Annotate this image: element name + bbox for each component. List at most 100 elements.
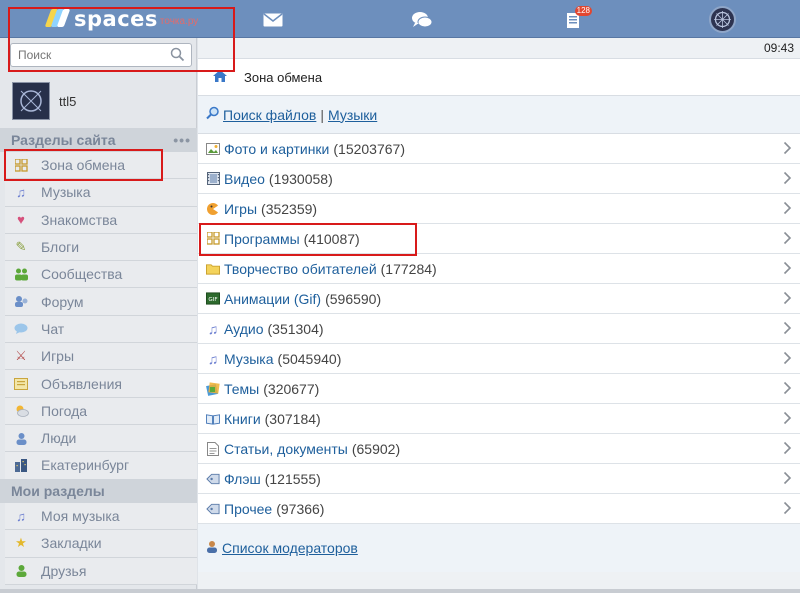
sidebar-item-weather[interactable]: Погода — [5, 397, 197, 425]
sidebar-item-music[interactable]: ♫ Музыка — [5, 179, 197, 207]
sidebar-item-city[interactable]: Екатеринбург — [5, 452, 197, 480]
sidebar-item-label: Люди — [41, 430, 77, 447]
sidebar-item-label: Закладки — [41, 535, 102, 552]
chevron-right-icon — [783, 201, 792, 218]
top-bar: spaces точка.ру 128 — [0, 0, 800, 38]
star-icon: ★ — [15, 535, 27, 551]
sidebar-item-my-music[interactable]: ♫ Моя музыка — [5, 503, 197, 531]
user-card[interactable]: ttl5 — [12, 82, 76, 120]
category-count: (97366) — [276, 500, 325, 517]
more-icon[interactable]: ••• — [173, 128, 191, 152]
sidebar-item-people[interactable]: Люди — [5, 424, 197, 453]
sidebar-item-dating[interactable]: ♥ Знакомства — [5, 206, 197, 234]
chevron-right-icon — [783, 291, 792, 308]
category-name: Игры — [224, 200, 258, 217]
sidebar-item-games[interactable]: ⚔ Игры — [5, 343, 197, 371]
sidebar-item-label: Форум — [41, 293, 84, 310]
category-name: Анимации (Gif) — [224, 290, 322, 307]
sidebar-item-label: Чат — [41, 320, 65, 337]
sidebar-item-chat[interactable]: Чат — [5, 315, 197, 344]
category-name: Книги — [224, 410, 261, 427]
sidebar-item-label: Музыка — [41, 184, 91, 201]
moderators-link[interactable]: Список модераторов — [222, 540, 358, 556]
user-avatar[interactable] — [12, 82, 50, 120]
category-games[interactable]: Игры (352359) — [198, 194, 800, 224]
sidebar-item-ads[interactable]: Объявления — [5, 370, 197, 398]
chevron-right-icon — [783, 411, 792, 428]
category-name: Аудио — [224, 320, 264, 337]
search-box[interactable] — [10, 43, 192, 67]
category-count: (121555) — [264, 470, 321, 487]
search-input[interactable] — [11, 44, 161, 66]
heart-icon: ♥ — [17, 212, 25, 228]
category-list: Фото и картинки (15203767) Видео (1930058)… — [198, 134, 800, 524]
category-count: (1930058) — [268, 170, 333, 187]
site-logo[interactable]: spaces точка.ру — [44, 6, 198, 32]
category-articles[interactable]: Статьи, документы (65902) — [198, 434, 800, 464]
category-name: Темы — [224, 380, 260, 397]
category-books[interactable]: Книги (307184) — [198, 404, 800, 434]
notifications-badge: 128 — [574, 6, 592, 16]
category-audio[interactable]: ♫ Аудио (351304) — [198, 314, 800, 344]
chevron-right-icon — [783, 501, 792, 518]
music-note-icon: ♫ — [16, 184, 26, 200]
category-count: (177284) — [380, 260, 437, 277]
category-other[interactable]: Прочее (97366) — [198, 494, 800, 524]
category-name: Творчество обитателей — [224, 260, 377, 277]
music-note-icon: ♫ — [207, 350, 219, 367]
sidebar-item-label: Игры — [41, 348, 75, 365]
sidebar-item-label: Сообщества — [41, 266, 123, 283]
main-content: 09:43 Зона обмена Поиск файлов | Музыки … — [198, 38, 800, 593]
home-icon[interactable] — [212, 69, 228, 86]
chevron-right-icon — [783, 261, 792, 278]
mail-icon[interactable] — [262, 10, 284, 30]
category-count: (596590) — [325, 290, 382, 307]
music-note-icon: ♫ — [207, 320, 219, 337]
my-sections-list: ♫ Моя музыка ★ Закладки Друзья — [5, 503, 197, 585]
folder-icon — [206, 262, 220, 276]
category-count: (410087) — [303, 230, 360, 247]
magnifier-icon — [206, 106, 220, 123]
category-count: (351304) — [267, 320, 324, 337]
grid-icon — [13, 157, 29, 173]
sidebar-item-bookmarks[interactable]: ★ Закладки — [5, 530, 197, 558]
category-name: Музыка — [224, 350, 274, 367]
category-photo[interactable]: Фото и картинки (15203767) — [198, 134, 800, 164]
sidebar-item-communities[interactable]: Сообщества — [5, 261, 197, 289]
category-flash[interactable]: Флэш (121555) — [198, 464, 800, 494]
time-text: 09:43 — [763, 41, 794, 55]
music-search-link[interactable]: Музыки — [328, 107, 377, 123]
category-creativity[interactable]: Творчество обитателей (177284) — [198, 254, 800, 284]
search-links: Поиск файлов | Музыки — [198, 96, 800, 134]
chevron-right-icon — [783, 231, 792, 248]
chat-icon[interactable] — [411, 10, 433, 30]
category-count: (320677) — [263, 380, 320, 397]
search-icon[interactable] — [170, 47, 185, 65]
sidebar-item-blogs[interactable]: ✎ Блоги — [5, 233, 197, 262]
sidebar-item-label: Друзья — [41, 562, 87, 579]
clock: 09:43 — [198, 38, 800, 58]
chevron-right-icon — [783, 381, 792, 398]
category-themes[interactable]: Темы (320677) — [198, 374, 800, 404]
sidebar-item-exchange-zone[interactable]: Зона обмена — [5, 152, 197, 180]
notifications-icon[interactable]: 128 — [562, 6, 592, 30]
user-name[interactable]: ttl5 — [59, 94, 76, 109]
sidebar-item-forum[interactable]: Форум — [5, 288, 197, 316]
sidebar-item-label: Знакомства — [41, 211, 118, 228]
sidebar-item-label: Моя музыка — [41, 508, 120, 525]
logo-mark-icon — [44, 9, 71, 29]
category-music[interactable]: ♫ Музыка (5045940) — [198, 344, 800, 374]
sidebar-item-friends[interactable]: Друзья — [5, 557, 197, 585]
search-files-link[interactable]: Поиск файлов — [223, 107, 316, 123]
category-gif[interactable]: GIF Анимации (Gif) (596590) — [198, 284, 800, 314]
sidebar: ttl5 Разделы сайта ••• Зона обмена ♫ Музы… — [0, 38, 197, 593]
category-name: Программы — [224, 230, 300, 247]
forum-icon — [13, 294, 29, 310]
sidebar-item-label: Объявления — [41, 375, 122, 392]
chevron-right-icon — [783, 471, 792, 488]
breadcrumb: Зона обмена — [198, 58, 800, 96]
category-video[interactable]: Видео (1930058) — [198, 164, 800, 194]
category-programs[interactable]: Программы (410087) — [198, 224, 800, 254]
profile-avatar[interactable] — [709, 6, 736, 33]
game-icon — [206, 202, 220, 216]
